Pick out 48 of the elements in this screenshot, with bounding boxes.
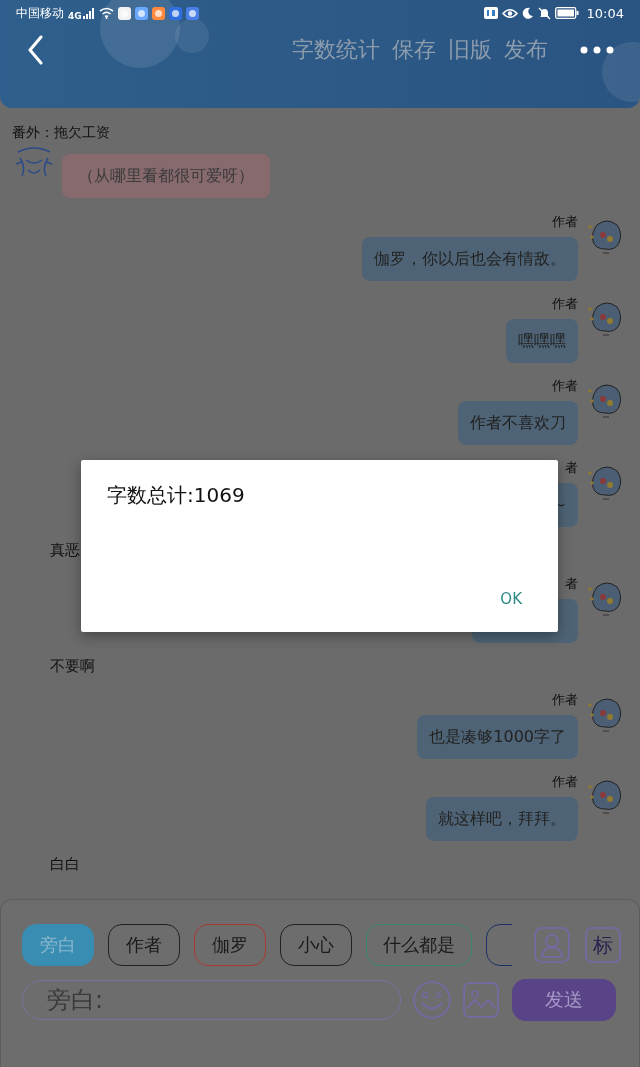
role-chip[interactable]: 作者 (108, 924, 180, 966)
hd-icon (483, 7, 498, 19)
speaker-name: 作者 (552, 213, 578, 231)
eye-icon (501, 7, 518, 19)
more-icon[interactable] (580, 46, 614, 54)
speaker-name: 者 (565, 459, 578, 477)
chapter-title: 番外：拖欠工资 (12, 123, 111, 141)
speaker-name: 作者 (552, 377, 578, 395)
narration-text: 不要啊 (49, 657, 96, 677)
toolbar-action[interactable]: 发布 (502, 35, 550, 65)
role-chip[interactable]: 旁白 (22, 924, 94, 966)
role-chip[interactable]: 什么都是 (366, 924, 472, 966)
back-icon[interactable] (27, 35, 43, 65)
send-button[interactable]: 发送 (512, 979, 616, 1021)
message-bubble: 伽罗，你以后也会有情敌。 (362, 237, 578, 281)
toolbar-action[interactable]: 保存 (390, 35, 438, 65)
moon-icon (521, 7, 534, 19)
wifi-icon (98, 7, 114, 19)
signal-icon (82, 7, 95, 19)
toolbar-action[interactable]: 旧版 (446, 35, 494, 65)
speaker-name: 作者 (552, 773, 578, 791)
role-chip[interactable]: 伽罗 (194, 924, 266, 966)
carrier-name: 中国移动 (16, 4, 64, 22)
speaker-name: 作者 (552, 295, 578, 313)
message-bubble: 就这样吧，拜拜。 (426, 797, 578, 841)
message-bubble: （从哪里看都很可爱呀） (62, 154, 270, 198)
app-icon (168, 6, 182, 20)
message-bubble: 嘿嘿嘿 (506, 319, 578, 363)
message-bubble: 作者不喜欢刀 (458, 401, 578, 445)
mark-button[interactable]: 标 (585, 927, 621, 963)
clock-time: 10:04 (586, 5, 624, 21)
message-bubble: 也是凑够1000字了 (417, 715, 578, 759)
battery-icon (554, 7, 579, 19)
speaker-name: 作者 (552, 691, 578, 709)
role-chip[interactable]: 小心 (280, 924, 352, 966)
app-icon (117, 6, 131, 20)
dialog-message: 字数总计:1069 (107, 482, 246, 509)
narration-text: 白白 (49, 855, 81, 875)
toolbar-action[interactable]: 字数统计 (290, 35, 382, 65)
app-icon (185, 6, 199, 20)
bell-muted-icon (537, 6, 551, 20)
circle-decoration (602, 42, 640, 102)
app-icon (151, 6, 165, 20)
narration-text: 真恶 (49, 541, 81, 561)
ok-button[interactable]: OK (490, 586, 532, 612)
app-icon (134, 6, 148, 20)
network-type: 4G (68, 10, 82, 21)
speaker-name: 者 (565, 575, 578, 593)
